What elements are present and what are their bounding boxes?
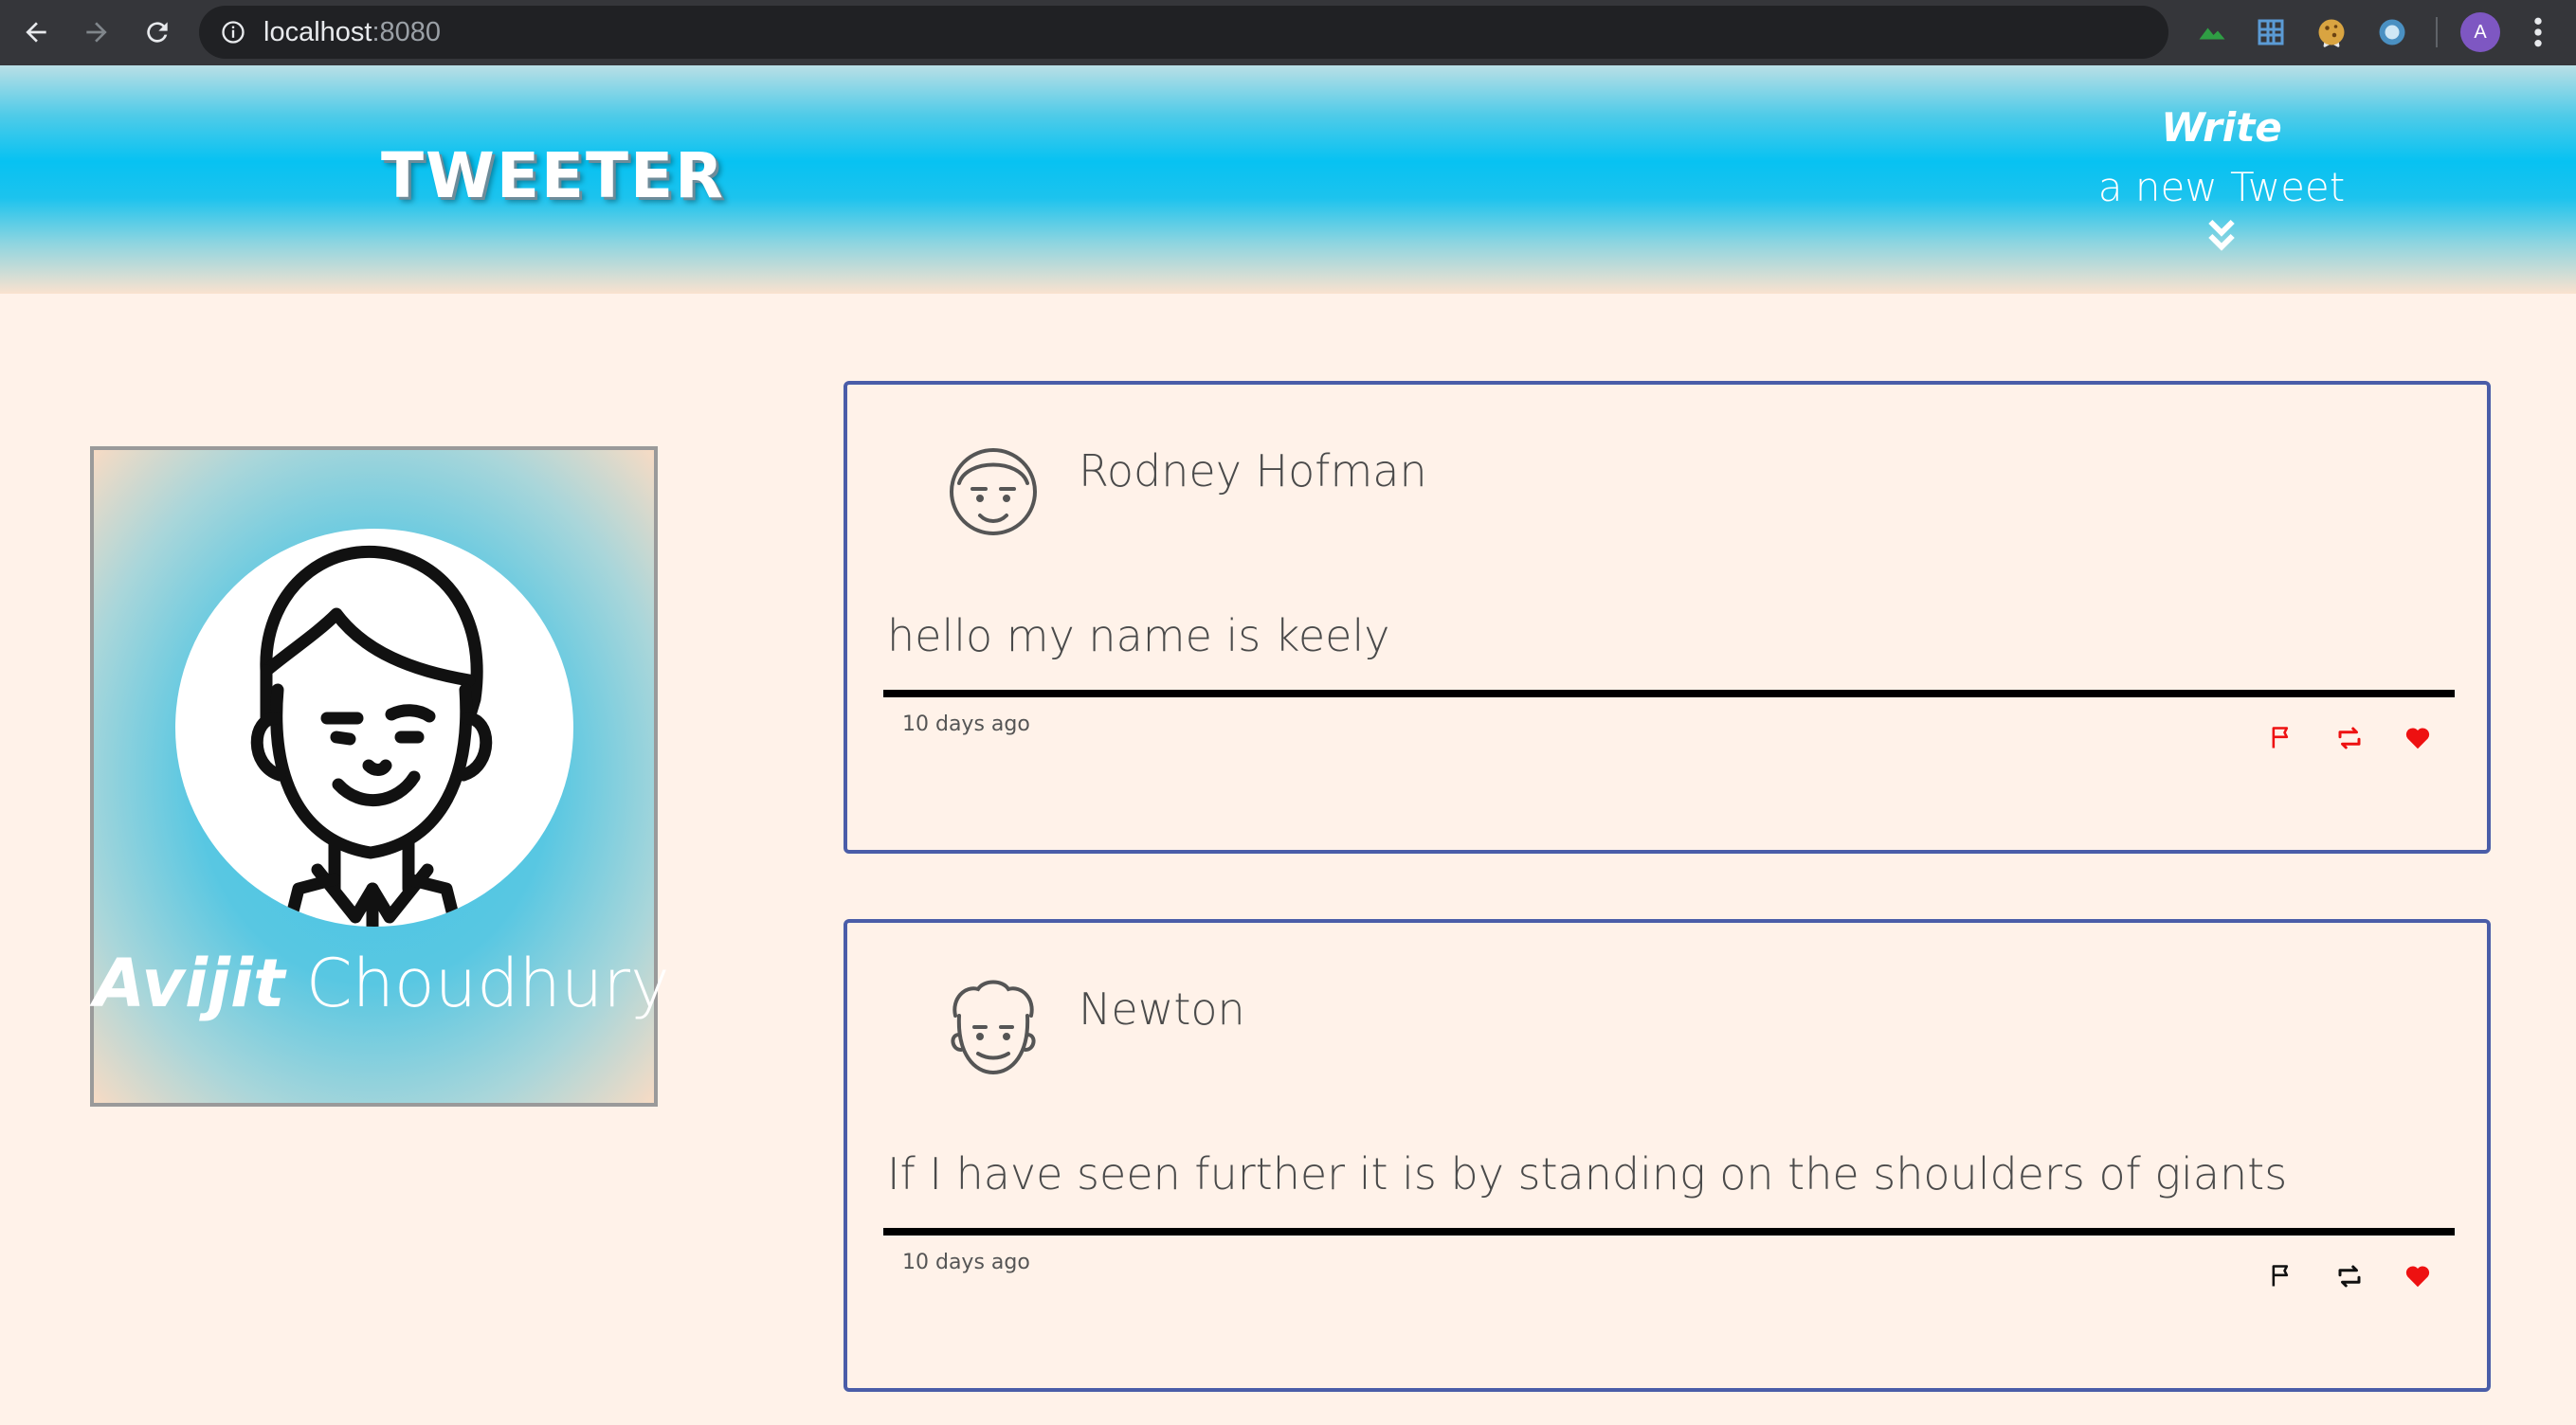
profile-avatar-button[interactable]: A xyxy=(2460,12,2500,52)
extension-grid-icon[interactable] xyxy=(2254,15,2288,49)
double-chevron-down-icon xyxy=(2208,219,2235,251)
tweet-card: Newton If I have seen further it is by s… xyxy=(844,919,2491,1392)
write-label: Write xyxy=(2161,104,2282,151)
tweet-text: hello my name is keely xyxy=(887,610,1390,661)
write-new-tweet-button[interactable]: Write a new Tweet xyxy=(2047,98,2396,255)
curly-hair-face-icon xyxy=(951,980,1036,1075)
retweet-icon xyxy=(2338,1265,2361,1288)
like-button[interactable] xyxy=(2402,722,2434,754)
tweet-timestamp: 10 days ago xyxy=(902,712,1030,736)
retweet-button[interactable] xyxy=(2333,1260,2366,1292)
url-text[interactable]: localhost:8080 xyxy=(263,17,441,48)
heart-icon xyxy=(2405,1266,2430,1288)
site-logo[interactable]: TWEETER xyxy=(381,139,725,212)
flag-button[interactable] xyxy=(2265,1260,2297,1292)
tweet-divider xyxy=(883,1228,2455,1236)
tweet-timestamp: 10 days ago xyxy=(902,1251,1030,1274)
site-header: TWEETER Write a new Tweet xyxy=(0,65,2576,294)
reload-icon xyxy=(147,22,168,43)
forward-arrow-icon xyxy=(86,22,107,43)
forward-button[interactable] xyxy=(78,13,116,51)
browser-toolbar: localhost:8080 A xyxy=(0,0,2576,65)
user-avatar-illustration-icon xyxy=(250,545,493,927)
like-button[interactable] xyxy=(2402,1260,2434,1292)
back-arrow-icon xyxy=(26,22,46,43)
extension-cookie-icon[interactable] xyxy=(2314,15,2349,49)
tweet-author[interactable]: Rodney Hofman xyxy=(1079,445,1427,496)
tweet-text: If I have seen further it is by standing… xyxy=(887,1148,2288,1200)
tweet-author[interactable]: Newton xyxy=(1079,983,1245,1035)
info-icon[interactable] xyxy=(220,19,246,45)
extension-green-icon[interactable] xyxy=(2195,15,2229,49)
retweet-button[interactable] xyxy=(2333,722,2366,754)
tweet-divider xyxy=(883,690,2455,697)
more-menu-icon[interactable] xyxy=(2529,13,2548,51)
profile-name: Avijit Choudhury xyxy=(94,945,670,1022)
profile-avatar xyxy=(175,529,573,927)
flag-icon xyxy=(2272,1265,2289,1287)
back-button[interactable] xyxy=(17,13,55,51)
heart-icon xyxy=(2405,728,2430,749)
flag-button[interactable] xyxy=(2265,722,2297,754)
extension-circle-icon[interactable] xyxy=(2375,15,2409,49)
tweet-card: Rodney Hofman hello my name is keely 10 … xyxy=(844,381,2491,854)
toolbar-separator xyxy=(2436,17,2438,47)
retweet-icon xyxy=(2338,727,2361,749)
flag-icon xyxy=(2272,727,2289,749)
address-bar[interactable]: localhost:8080 xyxy=(199,6,2344,59)
profile-card: Avijit Choudhury xyxy=(90,446,670,1107)
write-sublabel: a new Tweet xyxy=(2097,164,2346,210)
reload-button[interactable] xyxy=(138,13,176,51)
user-face-icon xyxy=(950,448,1037,535)
